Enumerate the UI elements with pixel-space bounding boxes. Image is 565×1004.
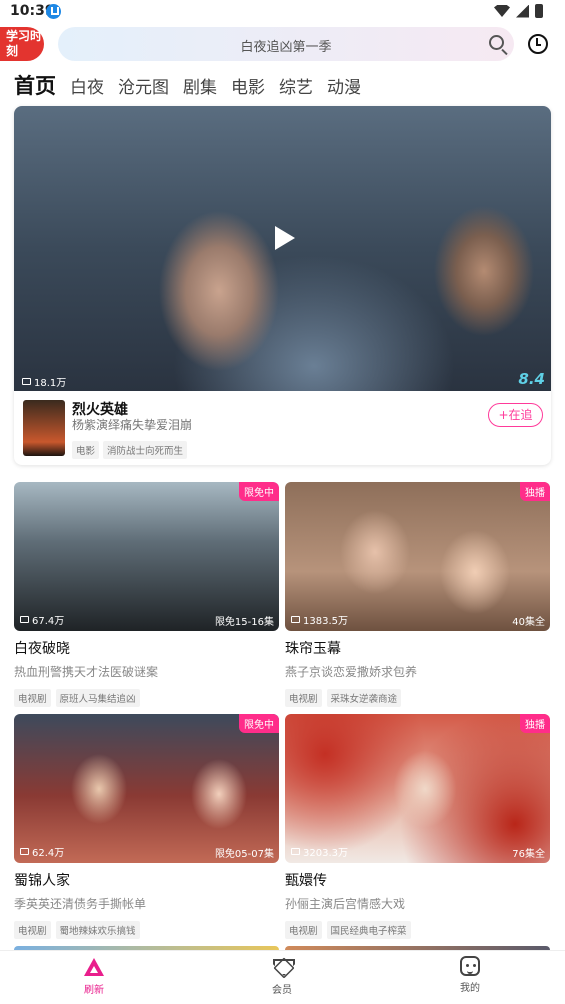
battery-icon [535, 4, 543, 18]
tab-movies[interactable]: 电影 [231, 73, 265, 98]
nav-profile-label: 我的 [460, 983, 480, 994]
tag: 采珠女逆袭商途 [326, 689, 402, 707]
episode-info: 限免15-16集 [214, 617, 274, 628]
tab-variety[interactable]: 综艺 [279, 73, 313, 98]
video-title[interactable]: 珠帘玉幕 [285, 638, 550, 658]
views-icon [22, 378, 31, 385]
featured-score: 8.4 [518, 370, 545, 388]
video-card[interactable]: 限免中 62.4万 限免05-07集 蜀锦人家 季英英还清债务手撕帐单 电视剧 … [14, 714, 279, 939]
video-title[interactable]: 蜀锦人家 [14, 870, 279, 890]
video-tags: 电视剧 原班人马集结追凶 [14, 689, 279, 707]
status-icons [494, 4, 543, 18]
video-views: 3203.3万 [291, 844, 348, 859]
video-subtitle: 热血刑警携天才法医破谜案 [14, 665, 159, 679]
vip-diamond-icon [271, 956, 293, 978]
video-views: 62.4万 [20, 844, 64, 859]
video-thumbnail[interactable]: 独播 3203.3万 76集全 [285, 714, 550, 863]
status-badge: 独播 [520, 714, 550, 733]
views-icon [20, 848, 29, 855]
download-icon [46, 4, 61, 19]
views-icon [20, 616, 29, 623]
video-views: 67.4万 [20, 612, 64, 627]
views-icon [291, 848, 300, 855]
episode-info: 40集全 [512, 617, 545, 628]
bottom-navigation: 刷新 会员 我的 [0, 950, 565, 1004]
nav-discover-label: 刷新 [84, 985, 104, 996]
video-thumbnail[interactable]: 限免中 62.4万 限免05-07集 [14, 714, 279, 863]
search-icon[interactable] [489, 35, 504, 50]
follow-button[interactable]: +在追 [488, 403, 543, 427]
app-logo[interactable]: 学习时刻 [0, 27, 44, 61]
nav-vip-label: 会员 [272, 985, 292, 996]
category-tabs: 首页 白夜 沧元图 剧集 电影 综艺 动漫 [14, 70, 361, 100]
history-clock-icon[interactable] [528, 34, 548, 54]
video-views: 1383.5万 [291, 612, 348, 627]
profile-icon [460, 956, 480, 976]
search-placeholder: 白夜追凶第一季 [240, 40, 332, 55]
video-tags: 电视剧 国民经典电子榨菜 [285, 921, 550, 939]
nav-vip[interactable]: 会员 [252, 956, 312, 996]
tab-home[interactable]: 首页 [14, 70, 56, 100]
featured-card[interactable]: 18.1万 8.4 烈火英雄 杨紫演绎痛失挚爱泪崩 电影 消防战士向死而生 +在… [14, 106, 551, 465]
video-thumbnail[interactable]: 限免中 67.4万 限免15-16集 [14, 482, 279, 631]
tag: 消防战士向死而生 [103, 441, 188, 459]
tag: 电影 [72, 441, 100, 459]
tag: 电视剧 [14, 921, 51, 939]
views-count: 62.4万 [32, 848, 65, 859]
tab-anime[interactable]: 动漫 [327, 73, 361, 98]
video-title[interactable]: 白夜破晓 [14, 638, 279, 658]
featured-subtitle: 杨紫演绎痛失挚爱泪崩 [72, 418, 193, 432]
video-card[interactable]: 限免中 67.4万 限免15-16集 白夜破晓 热血刑警携天才法医破谜案 电视剧… [14, 482, 279, 707]
featured-views-count: 18.1万 [34, 378, 67, 389]
video-tags: 电视剧 采珠女逆袭商途 [285, 689, 550, 707]
nav-profile[interactable]: 我的 [440, 956, 500, 994]
views-icon [291, 616, 300, 623]
tag: 电视剧 [285, 689, 322, 707]
tab-baiye[interactable]: 白夜 [70, 73, 104, 98]
video-tags: 电视剧 蜀地辣妹欢乐搞钱 [14, 921, 279, 939]
play-icon[interactable] [275, 226, 295, 250]
tag: 电视剧 [285, 921, 322, 939]
wifi-icon [494, 5, 510, 17]
views-count: 67.4万 [32, 616, 65, 627]
featured-tags: 电影 消防战士向死而生 [72, 441, 188, 459]
video-thumbnail[interactable]: 独播 1383.5万 40集全 [285, 482, 550, 631]
video-subtitle: 孙俪主演后宫情感大戏 [285, 897, 406, 911]
status-badge: 独播 [520, 482, 550, 501]
video-subtitle: 燕子京谈恋爱撒娇求包养 [285, 665, 418, 679]
tag: 蜀地辣妹欢乐搞钱 [55, 921, 140, 939]
video-card[interactable]: 独播 1383.5万 40集全 珠帘玉幕 燕子京谈恋爱撒娇求包养 电视剧 采珠女… [285, 482, 550, 707]
discover-icon [83, 956, 105, 978]
tab-cangyuantu[interactable]: 沧元图 [118, 73, 169, 98]
tag: 电视剧 [14, 689, 51, 707]
tag: 国民经典电子榨菜 [326, 921, 411, 939]
signal-icon [516, 4, 529, 18]
status-badge: 限免中 [239, 482, 279, 501]
video-title[interactable]: 甄嬛传 [285, 870, 550, 890]
nav-discover[interactable]: 刷新 [64, 956, 124, 996]
featured-poster[interactable] [23, 400, 65, 456]
episode-info: 76集全 [512, 849, 545, 860]
search-bar[interactable]: 白夜追凶第一季 [58, 27, 514, 61]
status-badge: 限免中 [239, 714, 279, 733]
views-count: 3203.3万 [303, 848, 348, 859]
status-bar: 10:39 [0, 0, 565, 26]
views-count: 1383.5万 [303, 616, 348, 627]
video-card[interactable]: 独播 3203.3万 76集全 甄嬛传 孙俪主演后宫情感大戏 电视剧 国民经典电… [285, 714, 550, 939]
featured-views: 18.1万 [22, 374, 66, 389]
episode-info: 限免05-07集 [214, 849, 274, 860]
video-subtitle: 季英英还清债务手撕帐单 [14, 897, 147, 911]
tag: 原班人马集结追凶 [55, 689, 140, 707]
tab-series[interactable]: 剧集 [183, 73, 217, 98]
